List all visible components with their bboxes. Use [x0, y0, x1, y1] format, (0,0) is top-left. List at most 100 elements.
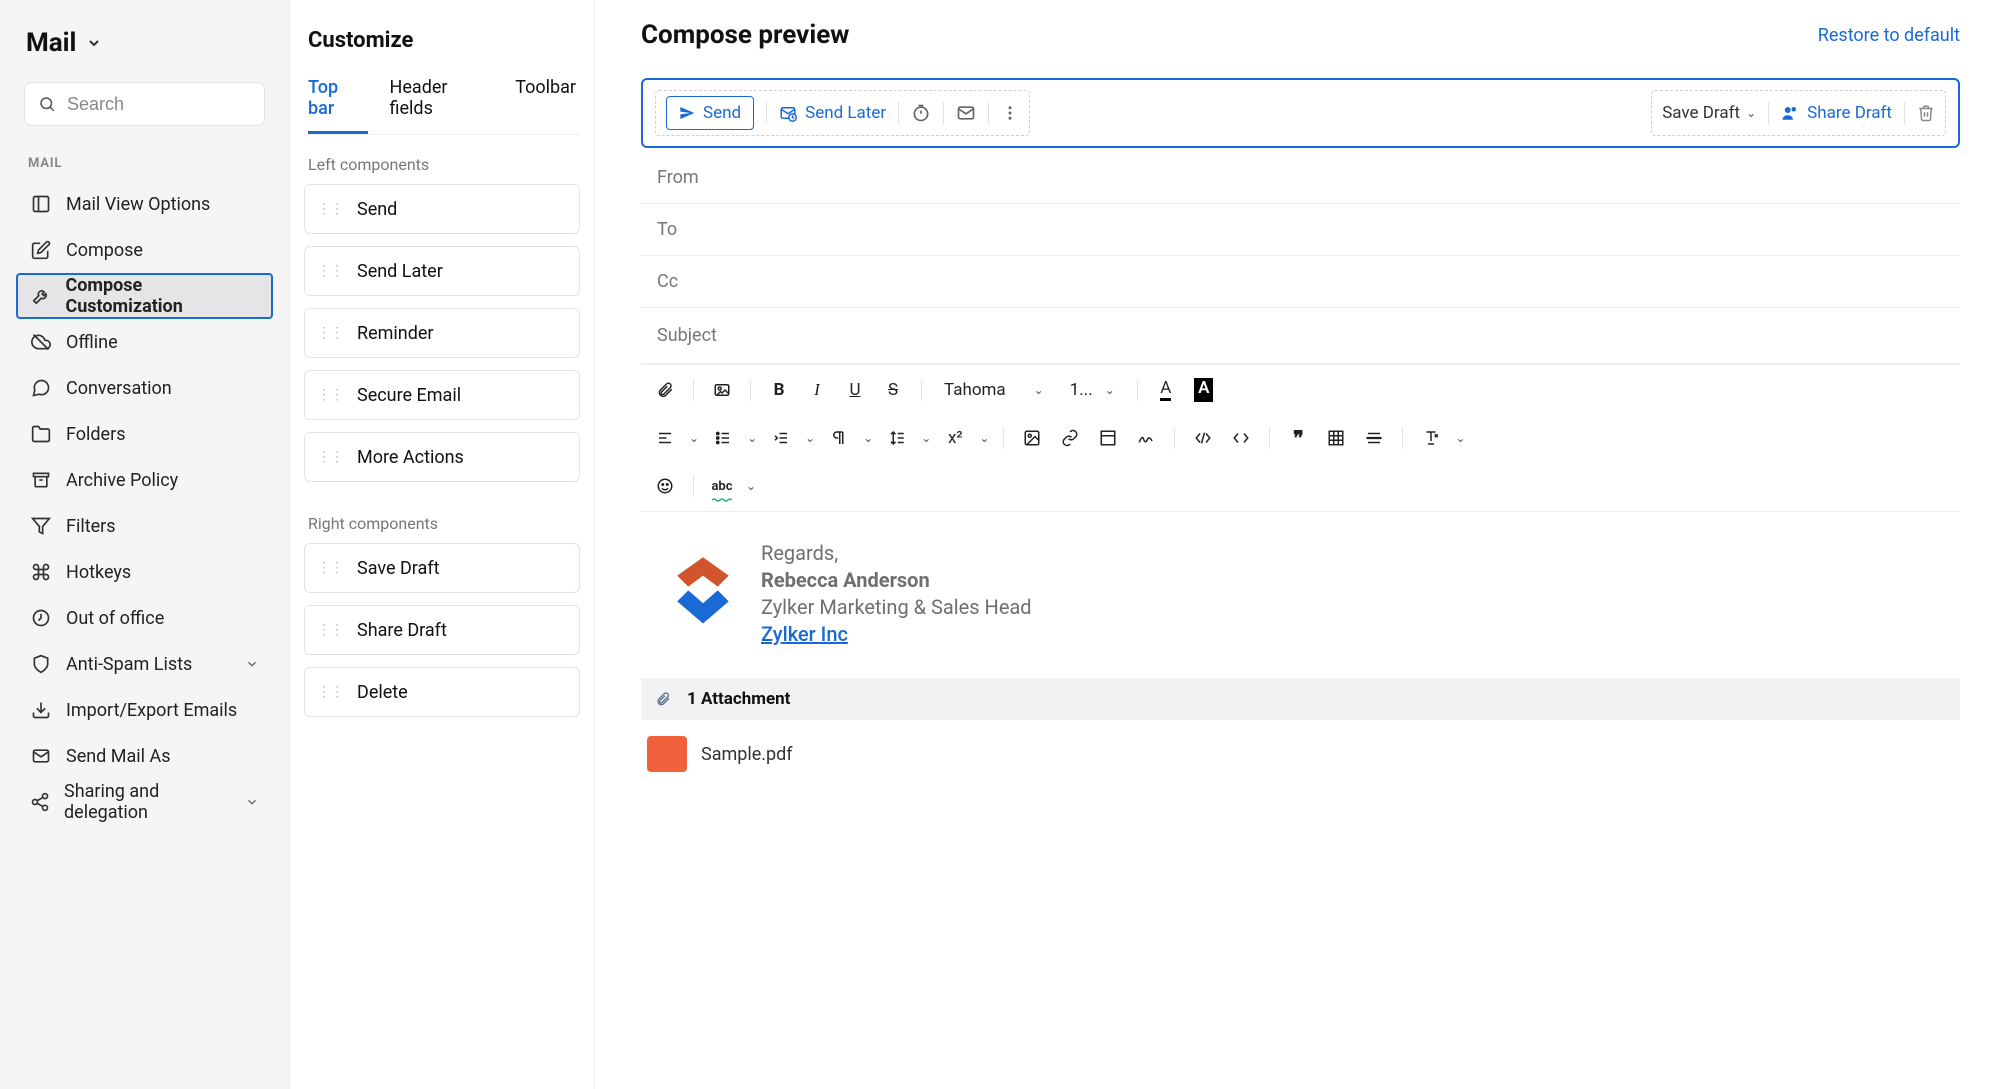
bold-button[interactable]: B	[765, 375, 793, 405]
spellcheck-button[interactable]: abc	[708, 471, 736, 501]
inline-image-button[interactable]	[1018, 423, 1046, 453]
sidebar-item-import-export[interactable]: Import/Export Emails	[16, 687, 273, 733]
code-button[interactable]	[1227, 423, 1255, 453]
preview-panel: Compose preview Restore to default Send …	[595, 0, 2000, 1089]
customize-tabs: Top bar Header fields Toolbar	[304, 77, 580, 135]
tab-top-bar[interactable]: Top bar	[308, 77, 368, 134]
component-delete[interactable]: ⋮⋮Delete	[304, 667, 580, 717]
cc-field[interactable]: Cc	[641, 256, 1960, 308]
italic-button[interactable]: I	[803, 375, 831, 405]
search-icon	[38, 95, 56, 113]
font-size-select[interactable]: 1...⌄	[1062, 375, 1123, 405]
component-send-later[interactable]: ⋮⋮Send Later	[304, 246, 580, 296]
component-share-draft[interactable]: ⋮⋮Share Draft	[304, 605, 580, 655]
sidebar-item-mail-view-options[interactable]: Mail View Options	[16, 181, 273, 227]
sidebar-title-row[interactable]: Mail	[16, 20, 273, 82]
sidebar-item-conversation[interactable]: Conversation	[16, 365, 273, 411]
superscript-button[interactable]: x²	[941, 423, 969, 453]
delete-button[interactable]	[1917, 104, 1935, 122]
share-draft-button[interactable]: Share Draft	[1781, 103, 1892, 123]
from-field[interactable]: From	[641, 152, 1960, 204]
quote-button[interactable]: ❞	[1284, 423, 1312, 453]
sidebar-item-compose[interactable]: Compose	[16, 227, 273, 273]
divider	[943, 102, 944, 124]
save-draft-button[interactable]: Save Draft ⌄	[1662, 103, 1756, 123]
sidebar-item-compose-customization[interactable]: Compose Customization	[16, 273, 273, 319]
divider	[1137, 379, 1138, 401]
subject-field[interactable]: Subject	[641, 308, 1960, 364]
grid-button[interactable]	[1322, 423, 1350, 453]
more-actions-button[interactable]	[1001, 104, 1019, 122]
divider	[898, 102, 899, 124]
sidebar-item-label: Hotkeys	[66, 562, 131, 583]
sidebar-item-out-of-office[interactable]: Out of office	[16, 595, 273, 641]
component-secure-email[interactable]: ⋮⋮ Secure Email	[304, 370, 580, 420]
line-height-button[interactable]	[883, 423, 911, 453]
sidebar-item-filters[interactable]: Filters	[16, 503, 273, 549]
sidebar-item-anti-spam[interactable]: Anti-Spam Lists	[16, 641, 273, 687]
restore-default-link[interactable]: Restore to default	[1818, 25, 1960, 46]
insert-image-button[interactable]	[708, 375, 736, 405]
list-button[interactable]	[709, 423, 737, 453]
component-more-actions[interactable]: ⋮⋮More Actions	[304, 432, 580, 482]
component-reminder[interactable]: ⋮⋮Reminder	[304, 308, 580, 358]
command-icon	[30, 562, 52, 582]
hr-button[interactable]	[1360, 423, 1388, 453]
drag-handle-icon: ⋮⋮	[317, 622, 343, 638]
indent-button[interactable]	[767, 423, 795, 453]
html-button[interactable]	[1189, 423, 1217, 453]
tab-toolbar[interactable]: Toolbar	[515, 77, 576, 134]
save-draft-label: Save Draft	[1662, 103, 1740, 123]
highlight-color-button[interactable]: A	[1190, 375, 1218, 405]
sidebar-item-label: Archive Policy	[66, 470, 178, 491]
import-icon	[30, 700, 52, 720]
sidebar-item-sharing-delegation[interactable]: Sharing and delegation	[16, 779, 273, 825]
strike-button[interactable]: S	[879, 375, 907, 405]
chevron-down-icon	[86, 35, 102, 51]
secure-email-icon-button[interactable]	[956, 103, 976, 123]
sidebar-item-send-mail-as[interactable]: Send Mail As	[16, 733, 273, 779]
sig-regards: Regards,	[761, 540, 1032, 567]
to-field[interactable]: To	[641, 204, 1960, 256]
send-later-button[interactable]: Send Later	[779, 103, 886, 123]
sidebar-item-folders[interactable]: Folders	[16, 411, 273, 457]
tab-header-fields[interactable]: Header fields	[390, 77, 494, 134]
font-family-select[interactable]: Tahoma⌄	[936, 375, 1052, 405]
sidebar-item-hotkeys[interactable]: Hotkeys	[16, 549, 273, 595]
drag-handle-icon: ⋮⋮	[317, 325, 343, 341]
send-label: Send	[703, 103, 741, 123]
drag-handle-icon: ⋮⋮	[317, 387, 343, 403]
sidebar-item-label: Out of office	[66, 608, 164, 629]
table-insert-button[interactable]	[1094, 423, 1122, 453]
direction-button[interactable]	[825, 423, 853, 453]
clear-format-button[interactable]	[1417, 423, 1445, 453]
text-color-button[interactable]: A	[1152, 375, 1180, 405]
signature-button[interactable]	[1132, 423, 1160, 453]
component-label: Secure Email	[357, 385, 461, 406]
to-label: To	[657, 219, 677, 240]
from-label: From	[657, 167, 699, 188]
paper-plane-icon	[679, 105, 695, 121]
sig-link[interactable]: Zylker Inc	[761, 622, 848, 646]
component-label: More Actions	[357, 447, 464, 468]
underline-button[interactable]: U	[841, 375, 869, 405]
sidebar-item-offline[interactable]: Offline	[16, 319, 273, 365]
component-save-draft[interactable]: ⋮⋮Save Draft	[304, 543, 580, 593]
link-button[interactable]	[1056, 423, 1084, 453]
preview-header: Compose preview Restore to default	[641, 20, 1960, 78]
pdf-file-icon	[647, 736, 687, 772]
compose-body[interactable]: Regards, Rebecca Anderson Zylker Marketi…	[641, 512, 1960, 678]
attach-icon-button[interactable]	[651, 375, 679, 405]
align-button[interactable]	[651, 423, 679, 453]
send-button[interactable]: Send	[666, 96, 754, 130]
search-input[interactable]	[24, 82, 265, 126]
attachment-chip[interactable]: Sample.pdf	[641, 730, 807, 772]
component-send[interactable]: ⋮⋮Send	[304, 184, 580, 234]
chevron-down-icon: ⌄	[979, 431, 989, 445]
chevron-down-icon: ⌄	[1746, 106, 1756, 120]
chevron-down-icon: ⌄	[1455, 431, 1465, 445]
clock-icon-button[interactable]	[911, 103, 931, 123]
sidebar-item-archive-policy[interactable]: Archive Policy	[16, 457, 273, 503]
topbar-right-group: Save Draft ⌄ Share Draft	[1651, 90, 1946, 136]
emoji-button[interactable]	[651, 471, 679, 501]
